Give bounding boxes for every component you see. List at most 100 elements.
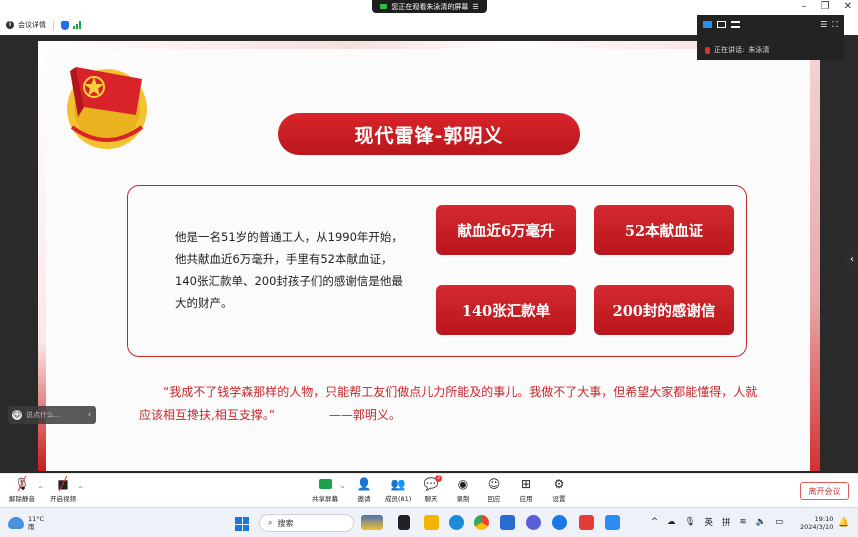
panel-controls: ☰ ⛶ [820,20,838,30]
share-screen-button[interactable]: 共享屏幕 [312,477,338,503]
mic-muted-icon: 🎙 ╱ [14,476,30,492]
chrome-icon[interactable] [474,515,489,530]
leave-meeting-button[interactable]: 离开会议 [800,482,849,500]
notification-bell-icon[interactable]: 🔔 [838,518,849,528]
minimize-icon[interactable]: – [802,1,807,12]
meeting-info-label[interactable]: 会议详情 [18,20,46,30]
reactions-button[interactable]: ☺ 回应 [486,477,502,503]
volume-icon[interactable]: 🔈 [756,517,767,527]
view-switcher [703,21,740,28]
file-explorer-icon[interactable] [424,515,439,530]
wps-icon[interactable] [579,515,594,530]
ime-mode[interactable]: 拼 [722,516,731,528]
gear-icon: ⚙ [553,477,565,491]
quote-author: ——郭明义。 [328,408,401,422]
slide-right-decoration [810,41,820,471]
current-speaker: 正在讲话: 朱泳清 [705,45,769,55]
signal-icon[interactable] [73,21,81,29]
ime-language[interactable]: 英 [704,516,713,528]
unread-badge: 2 [435,475,442,482]
emoji-icon[interactable]: ☺ [12,410,22,420]
system-tray: ^ ☁ 🎙 英 拼 ≋ 🔈 ▭ [651,516,783,528]
chat-button[interactable]: 💬 2 聊天 [423,475,442,503]
chevron-up-icon[interactable]: ^ [38,486,43,493]
windows-start-icon[interactable] [235,517,249,531]
tencent-meeting-icon[interactable] [605,515,620,530]
info-icon[interactable]: i [6,21,14,29]
task-view-icon[interactable] [398,515,410,530]
invite-user-icon: 👤 [356,477,372,491]
chevron-up-icon[interactable]: ^ [340,486,345,493]
tag-donation-certificates: 52本献血证 [594,205,734,255]
slide: 现代雷锋-郭明义 他是一名51岁的普通工人，从1990年开始，他共献血近6万毫升… [38,41,820,471]
divider [53,20,54,30]
slide-title: 现代雷锋-郭明义 [278,113,580,155]
share-banner-text: 您正在观看朱泳清的屏幕 [391,2,469,11]
taskbar-app-thumbnail[interactable] [361,515,383,530]
chat-placeholder[interactable]: 说点什么... [26,410,61,420]
shield-icon[interactable] [61,20,69,30]
zoom-meeting-window: i 会议详情 – ❐ ✕ 您正在观看朱泳清的屏幕 ☰ 现代雷锋-郭明义 他是一名… [0,0,858,537]
meeting-toolbar: 🎙 ╱ 解除静音 ^ ■ ╱ 开启视频 ^ 共享屏幕 ^ 👤 邀请 👥 成员(81)… [0,473,858,507]
meeting-info-group[interactable]: i 会议详情 [6,20,81,30]
search-label: 搜索 [277,518,294,528]
slide-description: 他是一名51岁的普通工人，从1990年开始，他共献血近6万毫升，手里有52本献血… [175,230,403,310]
clock-time: 19:10 [814,515,834,523]
battery-icon[interactable]: ▭ [775,517,783,527]
rain-cloud-icon [8,517,24,529]
store-icon[interactable] [500,515,515,530]
fullscreen-icon[interactable]: ⛶ [832,20,838,30]
mic-icon[interactable]: 🎙 [685,517,696,527]
tag-blood-donation: 献血近6万毫升 [436,205,576,255]
cloud-icon[interactable]: ☁ [667,517,676,527]
chevron-up-icon[interactable]: ^ [651,517,658,527]
wifi-icon[interactable]: ≋ [739,517,746,527]
app-icon[interactable] [552,515,567,530]
settings-button[interactable]: ⚙ 设置 [551,477,567,503]
record-button[interactable]: ◉ 录制 [455,477,471,503]
apps-grid-icon: ⊞ [520,477,532,491]
slide-quote: “我成不了钱学森那样的人物，只能帮工友们做点儿力所能及的事儿。我做不了大事，但希… [139,381,759,427]
restore-icon[interactable]: ❐ [821,1,830,12]
view-list-icon[interactable] [731,21,740,28]
reactions-icon: ☺ [487,477,501,491]
members-icon: 👥 [390,477,406,491]
chevron-left-icon[interactable]: ‹ [82,406,96,424]
unmute-button[interactable]: 🎙 ╱ 解除静音 [9,476,35,504]
close-icon[interactable]: ✕ [844,1,852,12]
weather-widget[interactable]: 11°C 雨 [8,515,44,531]
record-icon: ◉ [457,477,469,491]
menu-icon[interactable]: ☰ [472,3,478,11]
quick-chat-input[interactable]: ☺ 说点什么... ‹ [8,406,96,424]
view-window-icon[interactable] [717,21,726,28]
clock[interactable]: 19:10 2024/3/10 [800,515,833,531]
chevron-left-icon[interactable]: ‹ [846,250,858,270]
windows-taskbar: 11°C 雨 ⌕ 搜索 ^ ☁ 🎙 英 拼 ≋ 🔈 ▭ 19:10 2024/3… [0,507,858,537]
clock-date: 2024/3/10 [800,523,834,531]
chat-icon: 💬 2 [423,475,442,491]
panel-menu-icon[interactable]: ☰ [820,20,827,30]
weather-temp: 11°C [28,515,45,523]
weather-desc: 雨 [28,523,35,531]
content-box: 他是一名51岁的普通工人，从1990年开始，他共献血近6万毫升，手里有52本献血… [127,185,747,357]
edge-browser-icon[interactable] [449,515,464,530]
search-icon: ⌕ [268,518,273,527]
share-indicator-icon [380,4,388,9]
app-icon[interactable] [526,515,541,530]
taskbar-search[interactable]: ⌕ 搜索 [259,514,354,532]
screen-share-banner[interactable]: 您正在观看朱泳清的屏幕 ☰ [372,0,487,13]
view-strip-icon[interactable] [703,21,712,28]
tag-thank-you-letters: 200封的感谢信 [594,285,734,335]
start-video-button[interactable]: ■ ╱ 开启视频 [50,476,76,504]
window-controls: – ❐ ✕ [802,1,852,12]
chevron-up-icon[interactable]: ^ [78,486,83,493]
tag-remittance-slips: 140张汇款单 [436,285,576,335]
weather-text: 11°C 雨 [28,515,44,531]
camera-off-icon: ■ ╱ [57,476,69,492]
youth-league-emblem-icon [67,67,147,149]
apps-button[interactable]: ⊞ 应用 [518,477,534,503]
quote-text: “我成不了钱学森那样的人物，只能帮工友们做点儿力所能及的事儿。我做不了大事，但希… [139,385,758,422]
members-button[interactable]: 👥 成员(81) [385,477,411,503]
invite-button[interactable]: 👤 邀请 [356,477,372,503]
speaker-panel[interactable]: ☰ ⛶ 正在讲话: 朱泳清 [697,15,844,60]
